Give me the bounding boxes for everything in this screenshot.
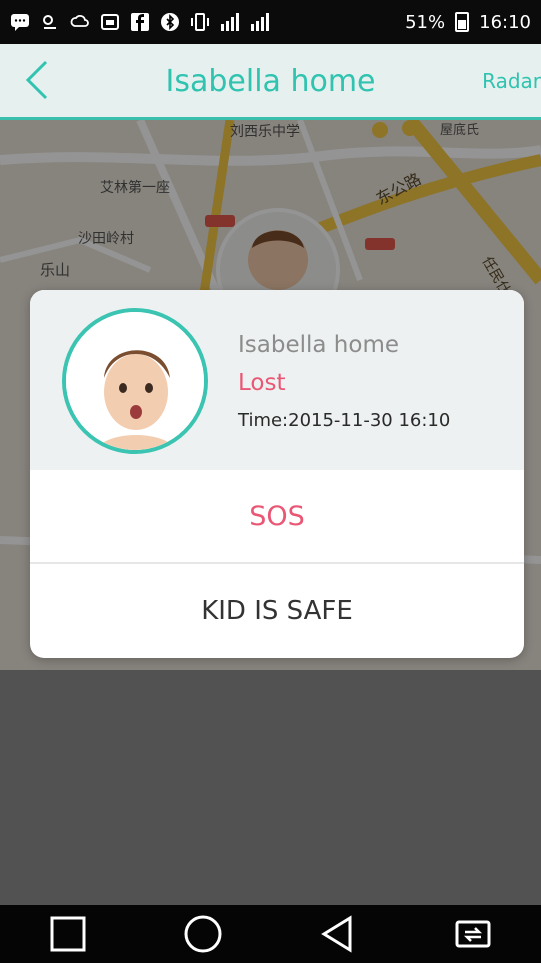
message-icon — [10, 12, 30, 32]
bluetooth-icon — [160, 12, 180, 32]
page-title: Isabella home — [165, 64, 376, 99]
back-nav-button[interactable] — [313, 909, 363, 959]
battery-icon — [455, 12, 470, 32]
app-header: Isabella home Radar — [0, 44, 541, 120]
weather-icon — [40, 12, 60, 32]
home-button[interactable] — [178, 909, 228, 959]
system-navigation-bar — [0, 905, 541, 963]
clock: 16:10 — [479, 11, 531, 33]
switch-button[interactable] — [448, 909, 498, 959]
calendar-icon — [100, 12, 120, 32]
child-avatar — [62, 308, 208, 454]
triangle-back-icon — [321, 915, 352, 953]
facebook-icon — [130, 12, 150, 32]
dialog-header: Isabella home Lost Time:2015-11-30 16:10 — [30, 290, 524, 470]
child-name: Isabella home — [238, 332, 399, 358]
alert-time: Time:2015-11-30 16:10 — [238, 410, 451, 431]
signal-2g-icon — [250, 12, 270, 32]
square-icon — [50, 916, 86, 952]
kid-is-safe-button[interactable]: KID IS SAFE — [30, 564, 524, 658]
sos-button[interactable]: SOS — [30, 470, 524, 562]
status-label: Lost — [238, 370, 286, 396]
recent-apps-button[interactable] — [43, 909, 93, 959]
radar-link[interactable]: Radar — [482, 69, 541, 93]
alert-dialog: Isabella home Lost Time:2015-11-30 16:10… — [30, 290, 524, 658]
baby-photo — [66, 312, 204, 450]
battery-percent: 51% — [405, 11, 446, 33]
circle-icon — [184, 915, 222, 953]
cloud-icon — [70, 12, 90, 32]
signal-3g-icon — [220, 12, 240, 32]
status-notification-icons — [10, 12, 270, 32]
status-bar: 51% 16:10 — [0, 0, 541, 44]
switch-icon — [455, 920, 491, 948]
vibrate-icon — [190, 12, 210, 32]
